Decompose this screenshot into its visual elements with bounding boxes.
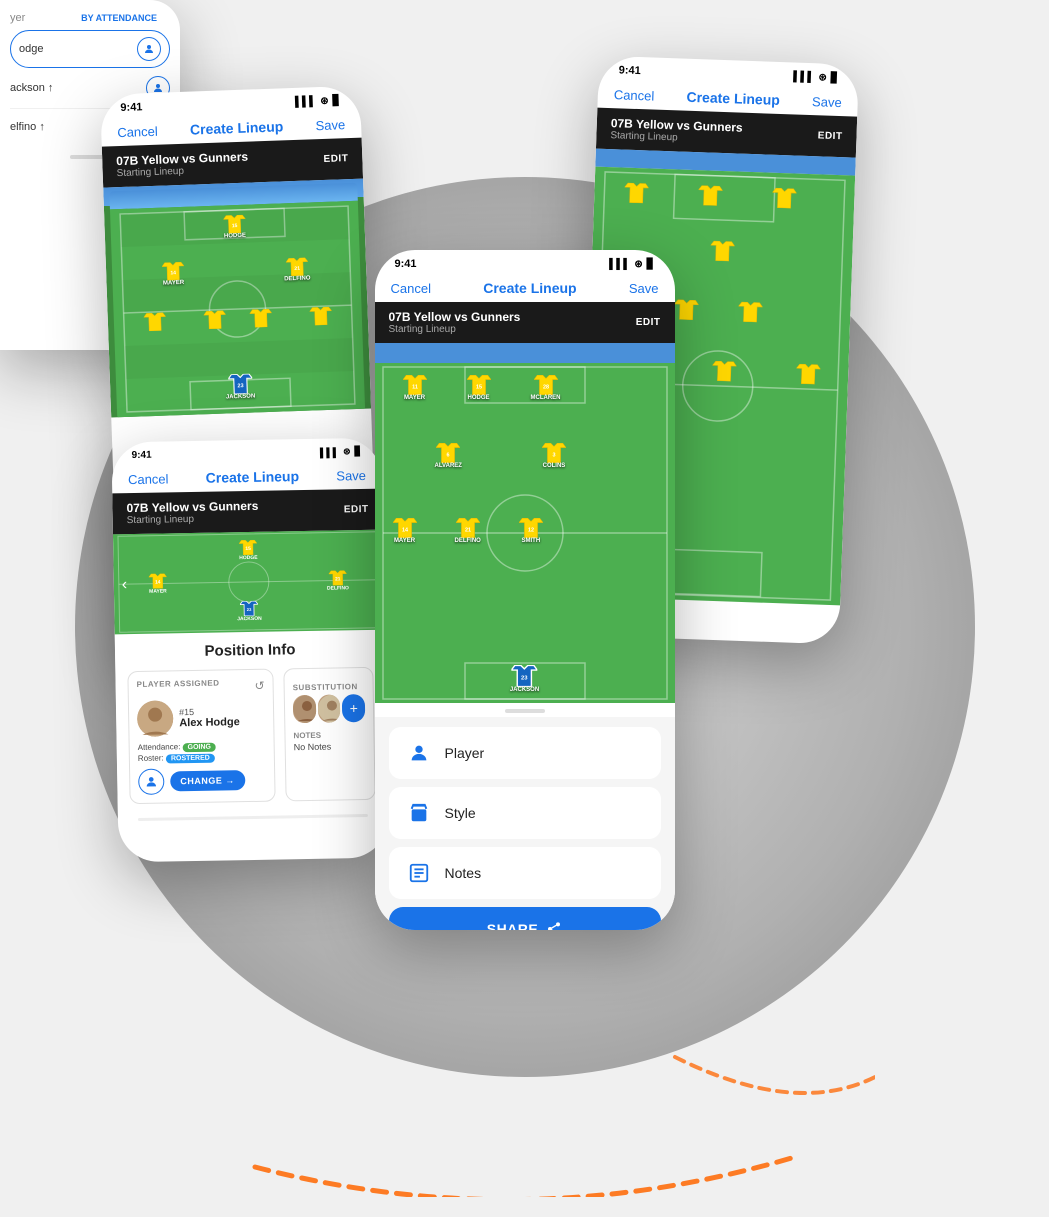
- delfino-name: elfino ↑: [10, 121, 45, 133]
- bottom-sheet-handle: [505, 709, 545, 713]
- cancel-btn-detail[interactable]: Cancel: [128, 471, 169, 487]
- svg-text:11: 11: [412, 384, 418, 390]
- add-sub-icon[interactable]: +: [342, 694, 365, 722]
- notes-content: No Notes: [294, 741, 366, 752]
- style-label: Style: [445, 805, 476, 821]
- substitution-label: SUBSTITUTION: [293, 682, 358, 692]
- save-btn-detail[interactable]: Save: [336, 467, 366, 483]
- create-lineup-title-center: Create Lineup: [483, 280, 576, 296]
- bottom-sheet: Player Style Notes SHARE: [375, 717, 675, 930]
- svg-text:3: 3: [552, 452, 555, 458]
- rostered-badge: ROSTERED: [166, 754, 215, 764]
- game-subtitle-detail: Starting Lineup: [127, 513, 259, 526]
- bottom-divider: [138, 814, 368, 821]
- svg-text:21: 21: [294, 266, 300, 272]
- player-icon: [405, 739, 433, 767]
- notes-icon: [405, 859, 433, 887]
- time-right: 9:41: [618, 64, 640, 77]
- time-center: 9:41: [395, 258, 417, 270]
- game-title-detail: 07B Yellow vs Gunners: [126, 499, 258, 515]
- phone-center-front: 9:41 ▌▌▌⊛▊ Cancel Create Lineup Save 07B…: [375, 250, 675, 930]
- going-badge: GOING: [183, 743, 216, 753]
- partial-yer-label: yer: [10, 12, 25, 24]
- edit-btn-right[interactable]: EDIT: [818, 130, 843, 142]
- edit-btn-center[interactable]: EDIT: [636, 317, 661, 328]
- style-icon: [405, 799, 433, 827]
- substitution-box: SUBSTITUTION: [283, 667, 375, 802]
- create-lineup-title-left: Create Lineup: [190, 118, 284, 137]
- share-button[interactable]: SHARE: [389, 907, 661, 930]
- svg-text:12: 12: [528, 527, 534, 533]
- svg-text:6: 6: [447, 452, 450, 458]
- position-info-panel: Position Info PLAYER ASSIGNED ↺: [115, 630, 388, 815]
- svg-text:21: 21: [335, 576, 341, 582]
- game-header-center: 07B Yellow vs Gunners Starting Lineup ED…: [375, 302, 675, 343]
- player-avatar: [137, 700, 174, 737]
- share-label: SHARE: [487, 921, 539, 930]
- svg-text:23: 23: [237, 383, 243, 389]
- player-assigned-box: PLAYER ASSIGNED ↺ #15 Alex Hodge: [127, 669, 275, 805]
- cancel-btn-left[interactable]: Cancel: [117, 123, 158, 139]
- search-text-odge: odge: [19, 43, 43, 55]
- player-info-row: #15 Alex Hodge: [137, 699, 266, 737]
- save-btn-left[interactable]: Save: [315, 117, 345, 133]
- time-detail: 9:41: [131, 450, 151, 461]
- orange-arc-decoration: [175, 977, 875, 1197]
- edit-btn-detail[interactable]: EDIT: [344, 504, 369, 515]
- position-info-title: Position Info: [127, 640, 373, 661]
- save-btn-center[interactable]: Save: [629, 281, 659, 296]
- save-btn-right[interactable]: Save: [812, 94, 842, 110]
- partial-header: yer BY ATTENDANCE: [0, 0, 180, 30]
- player-assigned-label: PLAYER ASSIGNED: [137, 679, 220, 689]
- svg-text:14: 14: [155, 580, 161, 586]
- field-left: 15 HODGE 14 MAYER 21 DELFINO: [103, 179, 371, 418]
- create-lineup-title-right: Create Lineup: [686, 89, 780, 108]
- title-detail: Create Lineup: [206, 468, 300, 486]
- position-info-content: PLAYER ASSIGNED ↺ #15 Alex Hodge: [127, 667, 375, 804]
- player-label: Player: [445, 745, 485, 761]
- svg-text:21: 21: [465, 527, 471, 533]
- nav-center: Cancel Create Lineup Save: [375, 274, 675, 302]
- svg-text:15: 15: [245, 546, 251, 552]
- notes-section-label: NOTES: [293, 730, 365, 740]
- sub-avatars: +: [293, 694, 365, 723]
- player-details: #15 Alex Hodge: [179, 706, 240, 729]
- phone-detail-left: 9:41 ▌▌▌⊛▊ Cancel Create Lineup Save 07B…: [111, 438, 388, 863]
- svg-text:14: 14: [401, 527, 407, 533]
- status-icons-center: ▌▌▌⊛▊: [609, 259, 654, 270]
- player-actions: CHANGE →: [138, 767, 266, 795]
- profile-icon-btn[interactable]: [138, 769, 164, 795]
- reset-icon[interactable]: ↺: [254, 678, 264, 692]
- status-bar-center: 9:41 ▌▌▌⊛▊: [375, 250, 675, 274]
- attendance-row: Attendance: GOING: [138, 741, 266, 752]
- player-name: Alex Hodge: [179, 716, 240, 729]
- roster-row: Roster: ROSTERED: [138, 752, 266, 763]
- status-icons-right: ▌▌▌⊛▊: [793, 71, 839, 84]
- jackson-name: ackson ↑: [10, 82, 53, 94]
- player-option[interactable]: Player: [389, 727, 661, 779]
- svg-text:14: 14: [170, 270, 176, 276]
- game-header-detail: 07B Yellow vs Gunners Starting Lineup ED…: [112, 489, 383, 535]
- sub-avatar-1: [293, 695, 316, 723]
- svg-text:15: 15: [232, 223, 238, 229]
- cancel-btn-right[interactable]: Cancel: [614, 87, 655, 103]
- edit-btn-left[interactable]: EDIT: [323, 153, 348, 165]
- game-title-center: 07B Yellow vs Gunners: [389, 310, 521, 324]
- sub-avatar-2: [317, 694, 340, 722]
- style-option[interactable]: Style: [389, 787, 661, 839]
- by-attendance-filter[interactable]: BY ATTENDANCE: [81, 13, 170, 23]
- time-left: 9:41: [120, 101, 142, 114]
- notes-option[interactable]: Notes: [389, 847, 661, 899]
- svg-text:28: 28: [542, 384, 548, 390]
- change-button[interactable]: CHANGE →: [170, 770, 245, 791]
- svg-text:23: 23: [521, 676, 528, 682]
- notes-label: Notes: [445, 865, 482, 881]
- game-subtitle-center: Starting Lineup: [389, 324, 521, 335]
- player-icon-btn-1[interactable]: [137, 37, 161, 61]
- status-icons-left: ▌▌▌⊛▊: [295, 95, 341, 108]
- svg-text:23: 23: [247, 607, 252, 612]
- svg-text:15: 15: [475, 384, 481, 390]
- player-search-row: odge: [10, 30, 170, 68]
- cancel-btn-center[interactable]: Cancel: [391, 281, 431, 296]
